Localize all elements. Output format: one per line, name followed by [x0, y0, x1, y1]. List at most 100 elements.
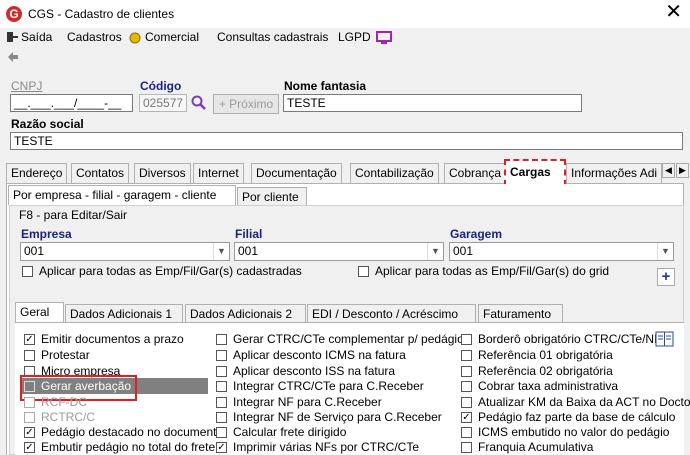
check-franquia-acumulativa[interactable]: Franquia Acumulativa	[461, 439, 593, 455]
check-bordero-obrigatorio[interactable]: Borderô obrigatório CTRC/CTe/NF	[461, 331, 661, 347]
tab-contatos[interactable]: Contatos	[71, 163, 130, 183]
checkbox-box[interactable]: ✓	[461, 411, 472, 423]
checkbox-box[interactable]	[461, 441, 472, 453]
checkbox-box[interactable]	[22, 265, 33, 277]
checkbox-box[interactable]	[216, 411, 227, 423]
book-icon[interactable]	[655, 330, 675, 351]
tab-por-empresa[interactable]: Por empresa - filial - garagem - cliente	[8, 185, 236, 205]
menu-saida[interactable]: Saída	[21, 30, 52, 44]
check-integrar-ctrc[interactable]: Integrar CTRC/CTe para C.Receber	[216, 378, 424, 394]
tab-diversos[interactable]: Diversos	[134, 163, 191, 183]
app-logo-icon: G	[6, 6, 22, 22]
check-gerar-averbacao[interactable]: Gerar averbação	[24, 378, 131, 394]
window-title: CGS - Cadastro de clientes	[28, 7, 175, 21]
check-taxa-administrativa[interactable]: Cobrar taxa administrativa	[461, 378, 618, 394]
check-emitir-documentos[interactable]: ✓ Emitir documentos a prazo	[24, 331, 184, 347]
check-referencia-01[interactable]: Referência 01 obrigatória	[461, 347, 613, 363]
check-label: Franquia Acumulativa	[478, 440, 594, 454]
aplicar-emp-checkbox[interactable]: Aplicar para todas as Emp/Fil/Gar(s) cad…	[22, 263, 302, 279]
checkbox-box[interactable]	[461, 380, 472, 392]
checkbox-box[interactable]	[461, 333, 472, 345]
check-atualizar-km[interactable]: Atualizar KM da Baixa da ACT no Docto	[461, 394, 690, 410]
nome-fantasia-field[interactable]: TESTE	[283, 94, 582, 112]
check-label: RCTRC/C	[41, 410, 95, 424]
check-frete-dirigido[interactable]: Calcular frete dirigido	[216, 424, 346, 440]
check-imprimir-varias-nfs[interactable]: ✓ Imprimir várias NFs por CTRC/CTe	[216, 439, 419, 455]
checkbox-box[interactable]	[216, 333, 227, 345]
tab-dados-adicionais-2[interactable]: Dados Adicionais 2	[185, 304, 306, 322]
check-desconto-iss[interactable]: Aplicar desconto ISS na fatura	[216, 363, 395, 379]
check-integrar-nf[interactable]: Integrar NF para C.Receber	[216, 394, 382, 410]
filial-value: 001	[238, 244, 259, 258]
checkbox-box[interactable]	[216, 365, 227, 377]
aplicar-emp-label: Aplicar para todas as Emp/Fil/Gar(s) cad…	[39, 264, 302, 278]
checkbox-box[interactable]: ✓	[24, 441, 35, 453]
check-embutir-pedagio[interactable]: ✓ Embutir pedágio no total do frete	[24, 439, 215, 455]
check-label: Aplicar desconto ICMS na fatura	[233, 348, 406, 362]
menu-comercial[interactable]: Comercial	[145, 30, 199, 44]
tab-scroll-left-icon[interactable]: ◀	[662, 163, 675, 178]
tab-documentacao[interactable]: Documentação	[251, 163, 342, 183]
empresa-select[interactable]: 001 ▼	[20, 242, 230, 261]
checkbox-box[interactable]: ✓	[24, 426, 35, 438]
check-rctrc-c[interactable]: RCTRC/C	[24, 409, 95, 425]
check-integrar-nf-servico[interactable]: Integrar NF de Serviço para C.Receber	[216, 409, 442, 425]
check-protestar[interactable]: Protestar	[24, 347, 90, 363]
search-icon[interactable]	[191, 95, 207, 114]
menu-consultas-cadastrais[interactable]: Consultas cadastrais	[217, 30, 328, 44]
check-label: Gerar CTRC/CTe complementar p/ pedágio	[233, 332, 464, 346]
aplicar-grid-checkbox[interactable]: Aplicar para todas as Emp/Fil/Gar(s) do …	[358, 263, 609, 279]
close-icon[interactable]: ✕	[665, 2, 682, 22]
check-label: Referência 02 obrigatória	[478, 364, 613, 378]
check-rcf-dc[interactable]: RCF-DC	[24, 394, 87, 410]
check-label: Pedágio destacado no documento	[41, 425, 224, 439]
checkbox-box[interactable]	[216, 380, 227, 392]
checkbox-box[interactable]	[24, 396, 35, 408]
garagem-value: 001	[453, 244, 474, 258]
tab-endereco[interactable]: Endereço	[6, 163, 68, 183]
cnpj-field[interactable]: __.___.___/____-__	[10, 94, 133, 112]
exit-icon	[6, 31, 18, 43]
monitor-icon[interactable]	[376, 31, 392, 48]
filial-label: Filial	[235, 227, 263, 241]
tab-cobranca[interactable]: Cobrança	[444, 163, 507, 183]
checkbox-box[interactable]	[216, 426, 227, 438]
check-pedagio-destacado[interactable]: ✓ Pedágio destacado no documento	[24, 424, 223, 440]
tab-contabilizacao[interactable]: Contabilização	[350, 163, 439, 183]
checkbox-box[interactable]	[24, 380, 35, 392]
checkbox-box[interactable]	[216, 349, 227, 361]
check-referencia-02[interactable]: Referência 02 obrigatória	[461, 363, 613, 379]
tab-geral[interactable]: Geral	[15, 302, 64, 322]
tab-scroll-right-icon[interactable]: ▶	[676, 163, 689, 178]
check-desconto-icms[interactable]: Aplicar desconto ICMS na fatura	[216, 347, 406, 363]
menu-lgpd[interactable]: LGPD	[338, 30, 371, 44]
tab-internet[interactable]: Internet	[193, 163, 244, 183]
check-icms-embutido[interactable]: ICMS embutido no valor do pedágio	[461, 424, 669, 440]
checkbox-box[interactable]: ✓	[216, 441, 227, 453]
checkbox-box[interactable]	[461, 365, 472, 377]
razao-social-field[interactable]: TESTE	[10, 132, 683, 150]
check-pedagio-base-calculo[interactable]: ✓ Pedágio faz parte da base de cálculo	[461, 409, 675, 425]
tab-dados-adicionais-1[interactable]: Dados Adicionais 1	[65, 304, 183, 322]
checkbox-box[interactable]	[461, 349, 472, 361]
tab-por-cliente[interactable]: Por cliente	[237, 187, 307, 205]
checkbox-box[interactable]	[358, 265, 369, 277]
proximo-button[interactable]: + Próximo	[213, 94, 279, 114]
codigo-field[interactable]: 025577	[139, 94, 187, 112]
tab-edi-desconto[interactable]: EDI / Desconto / Acréscimo	[307, 304, 476, 322]
checkbox-box[interactable]	[24, 411, 35, 423]
garagem-select[interactable]: 001 ▼	[449, 242, 674, 261]
add-button[interactable]: +	[657, 268, 675, 286]
refresh-icon[interactable]	[6, 50, 20, 67]
tab-informacoes-adicionais[interactable]: Informações Adi	[566, 163, 662, 183]
checkbox-box[interactable]	[216, 396, 227, 408]
checkbox-box[interactable]	[461, 396, 472, 408]
checkbox-box[interactable]	[24, 349, 35, 361]
checkbox-box[interactable]	[461, 426, 472, 438]
check-gerar-ctrc-complementar[interactable]: Gerar CTRC/CTe complementar p/ pedágio	[216, 331, 464, 347]
filial-select[interactable]: 001 ▼	[234, 242, 444, 261]
tab-cargas[interactable]: Cargas	[504, 159, 566, 186]
tab-faturamento[interactable]: Faturamento	[478, 304, 563, 322]
checkbox-box[interactable]: ✓	[24, 333, 35, 345]
menu-cadastros[interactable]: Cadastros	[67, 30, 122, 44]
